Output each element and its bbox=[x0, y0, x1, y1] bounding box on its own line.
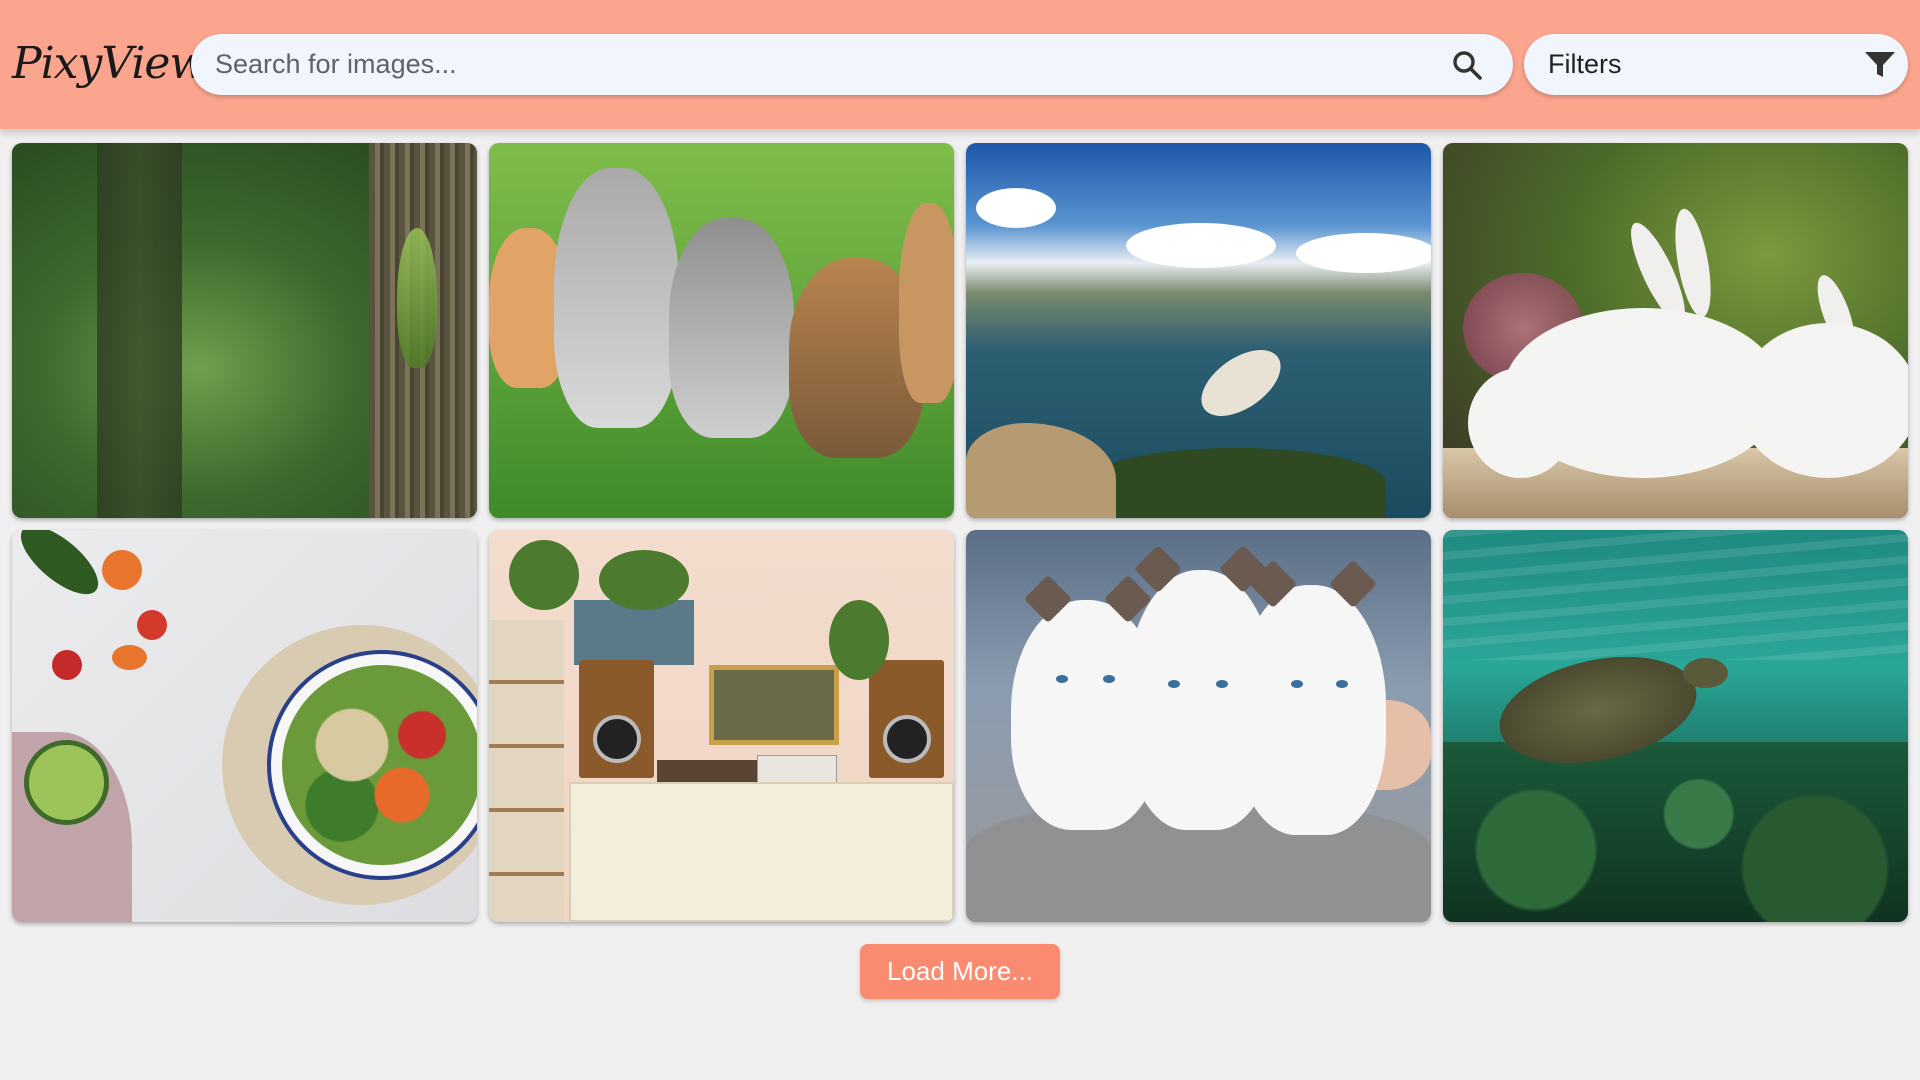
app-header: PixyView Filters bbox=[0, 0, 1920, 129]
gallery-image-sea-turtle[interactable] bbox=[1443, 530, 1908, 922]
search-input[interactable] bbox=[215, 34, 1435, 95]
filters-label: Filters bbox=[1548, 49, 1622, 79]
gallery-image-living-room[interactable] bbox=[489, 530, 954, 922]
filters-dropdown[interactable]: Filters bbox=[1524, 34, 1908, 95]
filter-icon bbox=[1865, 52, 1895, 77]
search-icon[interactable] bbox=[1451, 49, 1483, 81]
gallery-image-salad[interactable] bbox=[12, 530, 477, 922]
image-gallery bbox=[12, 143, 1908, 922]
gallery-image-white-kittens[interactable] bbox=[966, 530, 1431, 922]
gallery-image-kittens[interactable] bbox=[489, 143, 954, 518]
gallery-image-forest[interactable] bbox=[12, 143, 477, 518]
gallery-image-rabbits[interactable] bbox=[1443, 143, 1908, 518]
gallery-image-coast[interactable] bbox=[966, 143, 1431, 518]
search-bar[interactable] bbox=[191, 34, 1513, 95]
app-logo[interactable]: PixyView bbox=[12, 34, 207, 94]
load-more-button[interactable]: Load More... bbox=[860, 944, 1060, 999]
